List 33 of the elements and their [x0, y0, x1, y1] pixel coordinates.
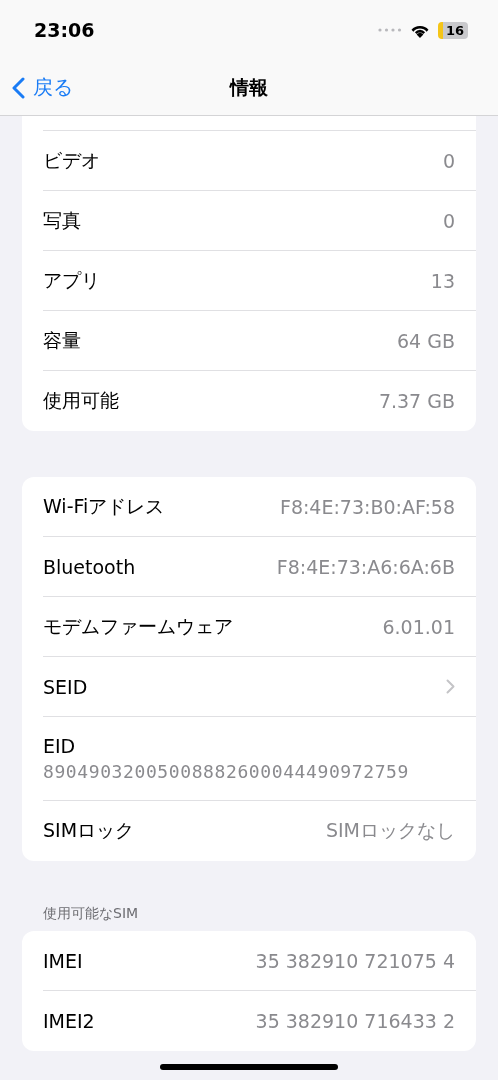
row-value: 0 [442, 209, 455, 232]
row-value: 35 382910 721075 4 [255, 949, 455, 972]
row-value: 0 [442, 149, 455, 172]
row-value: 13 [430, 269, 455, 292]
row-label: アプリ [43, 267, 100, 293]
row-label: モデムファームウェア [43, 613, 233, 639]
row-label: IMEI2 [43, 1010, 95, 1032]
chevron-left-icon [12, 76, 25, 99]
back-button[interactable]: 戻る [12, 74, 73, 101]
row-label: Bluetooth [43, 555, 136, 578]
row-value: 7.37 GB [378, 390, 455, 412]
row-value: 35 382910 716433 2 [255, 1010, 455, 1032]
row-label: 写真 [43, 207, 81, 233]
battery-level: 16 [437, 21, 468, 39]
signal-dots-icon [377, 28, 402, 32]
row-value: SIMロックなし [325, 818, 455, 843]
row-label[interactable]: SEID [43, 675, 88, 698]
chevron-right-icon[interactable] [446, 679, 455, 694]
row-value: 89049032005008882600044490972759 [43, 761, 409, 782]
row-label: 容量 [43, 327, 81, 353]
row-label: ビデオ [43, 147, 100, 173]
section-header: 使用可能なSIM [43, 905, 140, 923]
row-value: 6.01.01 [382, 615, 455, 638]
row-label: IMEI [43, 949, 83, 972]
status-time: 23:06 [34, 19, 95, 41]
row-label: 使用可能 [43, 388, 119, 413]
row-value: 64 GB [397, 329, 455, 352]
row-value: F8:4E:73:A6:6A:6B [276, 555, 455, 578]
row-label: SIMロック [43, 818, 135, 843]
nav-title: 情報 [230, 74, 268, 100]
row-label: EID [43, 735, 77, 757]
row-label: Wi-Fiアドレス [43, 493, 165, 519]
row-value: F8:4E:73:B0:AF:58 [279, 495, 455, 518]
